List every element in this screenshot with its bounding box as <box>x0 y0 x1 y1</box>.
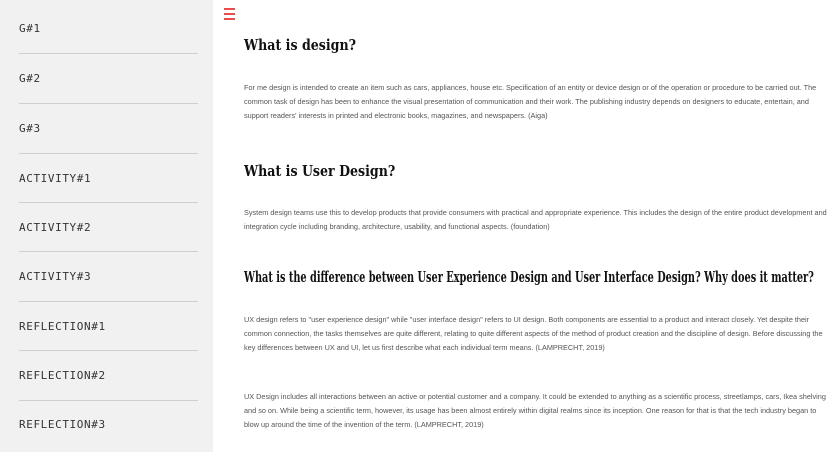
sidebar-item-activity3[interactable]: ACTIVITY#3 <box>0 252 213 301</box>
hamburger-bar <box>224 13 235 15</box>
hamburger-icon[interactable] <box>224 8 235 20</box>
sidebar-item-g2[interactable]: G#2 <box>0 54 213 103</box>
sidebar-item-g3[interactable]: G#3 <box>0 104 213 153</box>
hamburger-bar <box>224 8 235 10</box>
sidebar-nav: G#1 G#2 G#3 ACTIVITY#1 ACTIVITY#2 ACTIVI… <box>0 0 213 452</box>
sidebar-item-g1[interactable]: G#1 <box>0 4 213 53</box>
paragraph-ux-design: UX Design includes all interactions betw… <box>244 392 826 429</box>
section-heading-design: What is design? <box>244 36 357 54</box>
section-heading-ux-vs-ui: What is the difference between User Expe… <box>244 268 814 286</box>
sidebar-item-activity1[interactable]: ACTIVITY#1 <box>0 154 213 203</box>
sidebar-item-reflection3[interactable]: REFLECTION#3 <box>0 400 213 449</box>
sidebar-item-reflection2[interactable]: REFLECTION#2 <box>0 351 213 400</box>
sidebar-item-reflection1[interactable]: REFLECTION#1 <box>0 302 213 351</box>
paragraph-ux-vs-ui: UX design refers to "user experience des… <box>244 315 823 352</box>
sidebar-item-activity2[interactable]: ACTIVITY#2 <box>0 203 213 252</box>
paragraph-design: For me design is intended to create an i… <box>244 83 817 120</box>
hamburger-bar <box>224 18 235 20</box>
paragraph-user-design: System design teams use this to develop … <box>244 208 827 231</box>
section-heading-user-design: What is User Design? <box>244 162 396 180</box>
